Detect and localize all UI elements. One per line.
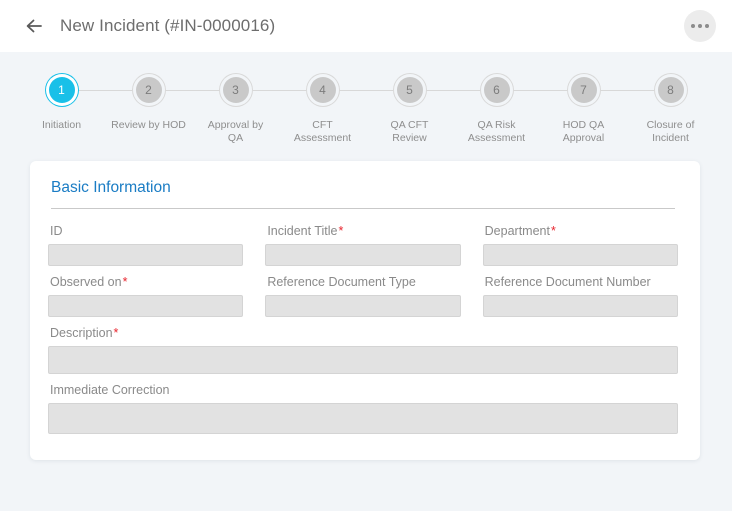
field-label-text: Incident Title [267,224,338,238]
basic-information-card: Basic Information ID Incident Title* Dep… [30,161,700,460]
required-marker: * [550,224,556,238]
form-row-2: Observed on* Reference Document Type Ref… [48,275,678,317]
immediate-correction-input[interactable] [48,403,678,434]
field-label-id: ID [48,224,243,238]
field-immediate-correction: Immediate Correction [48,383,678,434]
field-department: Department* [482,224,678,266]
form-row-4: Immediate Correction [48,383,678,434]
stepper-step-closure-of-incident[interactable]: 8 Closure of Incident [627,72,714,145]
field-description: Description* [48,326,678,374]
reference-document-number-input[interactable] [482,295,678,317]
required-marker: * [113,326,119,340]
field-label-text: Description [50,326,113,340]
stepper-step-label: Approval by QA [207,119,264,144]
required-marker: * [338,224,344,238]
stepper-step-review-by-hod[interactable]: 2 Review by HOD [105,72,192,132]
back-button[interactable] [20,12,48,40]
required-marker: * [122,275,128,289]
stepper-step-initiation[interactable]: 1 Initiation [18,72,105,132]
field-incident-title: Incident Title* [265,224,461,266]
stepper-step-number: 5 [396,77,423,103]
stepper-step-label: CFT Assessment [293,119,352,144]
stepper-step-label: Closure of Incident [646,119,695,144]
more-options-button[interactable] [684,10,716,42]
content-area: 1 Initiation 2 Review by HOD 3 Approval … [0,52,732,511]
stepper-step-number: 7 [570,77,597,103]
arrow-left-icon [24,16,44,36]
observed-on-input[interactable] [48,295,244,317]
field-label-text: Immediate Correction [50,383,170,397]
card-title: Basic Information [51,179,171,196]
incident-title-input[interactable] [265,244,461,266]
form-row-1: ID Incident Title* Department* [48,224,678,266]
stepper-step-hod-qa-approval[interactable]: 7 HOD QA Approval [540,72,627,145]
stepper-step-label: QA CFT Review [390,119,429,144]
field-label-text: Reference Document Type [267,275,416,289]
more-dot-1 [691,24,695,28]
page-title: New Incident (#IN-0000016) [60,16,276,35]
stepper-step-label: Initiation [41,119,82,131]
stepper-step-number: 6 [483,77,510,103]
stepper-step-number: 1 [48,77,75,103]
field-label-text: Department [484,224,550,238]
field-reference-document-number: Reference Document Number [482,275,678,317]
more-dot-2 [698,24,702,28]
department-input[interactable] [482,244,678,266]
field-label-description: Description* [48,326,678,340]
field-label-reference-document-number: Reference Document Number [483,275,678,289]
field-label-text: Observed on [50,275,122,289]
field-label-department: Department* [483,224,678,238]
description-input[interactable] [48,346,678,374]
card-divider [51,208,675,209]
reference-document-type-input[interactable] [265,295,461,317]
more-dot-3 [705,24,709,28]
stepper-step-number: 8 [657,77,684,103]
stepper-step-qa-risk-assessment[interactable]: 6 QA Risk Assessment [453,72,540,145]
stepper-step-number: 3 [222,77,249,103]
stepper-step-cft-assessment[interactable]: 4 CFT Assessment [279,72,366,145]
stepper-step-label: QA Risk Assessment [467,119,526,144]
field-reference-document-type: Reference Document Type [265,275,461,317]
stepper-step-qa-cft-review[interactable]: 5 QA CFT Review [366,72,453,145]
stepper-step-label: HOD QA Approval [562,119,605,144]
field-observed-on: Observed on* [48,275,244,317]
stepper-step-number: 4 [309,77,336,103]
field-label-text: Reference Document Number [484,275,651,289]
field-label-text: ID [50,224,63,238]
id-input[interactable] [48,244,244,266]
workflow-stepper: 1 Initiation 2 Review by HOD 3 Approval … [0,52,732,147]
form-row-3: Description* [48,326,678,374]
stepper-step-number: 2 [135,77,162,103]
app-header: New Incident (#IN-0000016) [0,0,732,52]
stepper-step-label: Review by HOD [111,119,186,131]
field-label-reference-document-type: Reference Document Type [265,275,460,289]
stepper-step-approval-by-qa[interactable]: 3 Approval by QA [192,72,279,145]
field-label-incident-title: Incident Title* [265,224,460,238]
field-id: ID [48,224,244,266]
field-label-observed-on: Observed on* [48,275,243,289]
field-label-immediate-correction: Immediate Correction [48,383,678,397]
